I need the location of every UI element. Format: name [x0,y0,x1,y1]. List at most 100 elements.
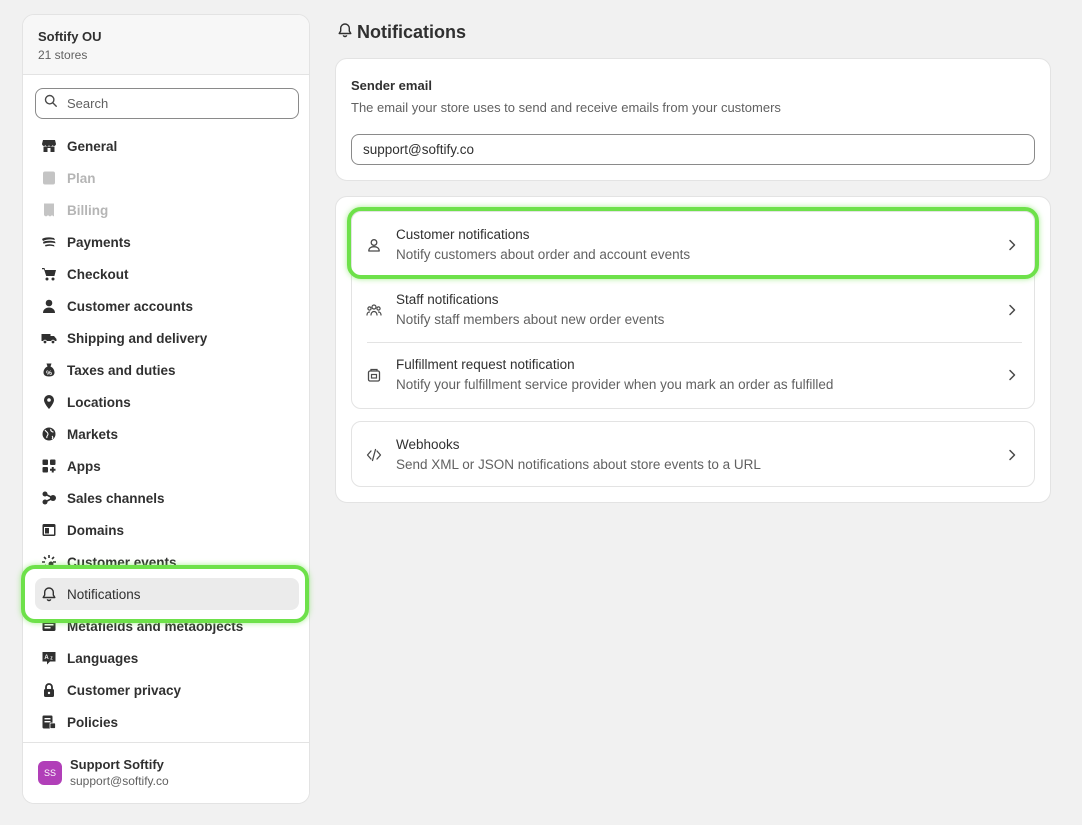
staff-icon [366,302,382,318]
sidebar-item-markets[interactable]: Markets [35,418,299,450]
settings-nav: General Plan $ Billing Payments Checkout… [35,130,299,738]
sender-email-subtitle: The email your store uses to send and re… [351,100,781,115]
notification-types-card: Customer notifications Notify customers … [335,196,1051,503]
page-title: Notifications [337,22,466,43]
sidebar-item-label: Locations [67,394,131,410]
sidebar-item-label: Markets [67,426,119,442]
sidebar-item-shipping[interactable]: Shipping and delivery [35,322,299,354]
org-name: Softify OU [38,29,102,44]
row-subtitle: Notify customers about order and account… [396,246,691,262]
avatar: SS [38,761,62,785]
row-subtitle: Notify your fulfillment service provider… [396,376,834,392]
bell-icon [337,22,357,43]
location-pin-icon [41,394,57,410]
sidebar-item-label: Payments [67,234,131,250]
webhooks-group: Webhooks Send XML or JSON notifications … [351,421,1035,487]
person-icon [366,237,382,253]
row-subtitle: Send XML or JSON notifications about sto… [396,456,761,472]
sender-email-card: Sender email The email your store uses t… [335,58,1051,181]
sidebar-item-plan[interactable]: Plan [35,162,299,194]
chevron-right-icon [1004,447,1020,463]
row-title: Customer notifications [396,226,530,242]
payments-icon [41,234,57,250]
sidebar-item-general[interactable]: General [35,130,299,162]
sidebar-item-label: Policies [67,714,119,730]
fulfillment-request-row[interactable]: Fulfillment request notification Notify … [352,342,1034,407]
billing-icon: $ [41,202,57,218]
sidebar-item-label: Shipping and delivery [67,330,208,346]
sidebar-item-label: Notifications [67,586,141,602]
row-title: Staff notifications [396,291,499,307]
staff-notifications-row[interactable]: Staff notifications Notify staff members… [352,277,1034,342]
sidebar-item-customer-privacy[interactable]: Customer privacy [35,674,299,706]
plan-icon [41,170,57,186]
sidebar-item-taxes[interactable]: % Taxes and duties [35,354,299,386]
tax-icon: % [41,362,57,378]
sidebar-item-checkout[interactable]: Checkout [35,258,299,290]
store-count: 21 stores [38,48,88,62]
user-name: Support Softify [70,757,164,772]
apps-icon [41,458,57,474]
person-icon [41,298,57,314]
sidebar-item-label: Checkout [67,266,129,282]
search-input[interactable] [67,96,287,111]
sidebar-item-label: Metafields and metaobjects [67,618,244,634]
page-title-text: Notifications [357,22,467,42]
language-icon: Az [41,650,57,666]
sidebar-item-label: Customer privacy [67,682,182,698]
code-icon [366,447,382,463]
webhooks-row[interactable]: Webhooks Send XML or JSON notifications … [352,422,1034,486]
user-email: support@softify.co [70,774,169,788]
user-profile[interactable]: SS Support Softify support@softify.co [23,742,309,803]
sidebar-item-label: Domains [67,522,125,538]
channels-icon [41,490,57,506]
sidebar-item-label: Languages [67,650,139,666]
customer-notifications-row[interactable]: Customer notifications Notify customers … [352,212,1034,277]
sidebar-item-languages[interactable]: Az Languages [35,642,299,674]
events-icon [41,554,57,570]
row-subtitle: Notify staff members about new order eve… [396,311,665,327]
sidebar-item-locations[interactable]: Locations [35,386,299,418]
row-title: Fulfillment request notification [396,356,575,372]
sidebar-item-label: Customer accounts [67,298,194,314]
sidebar-item-sales-channels[interactable]: Sales channels [35,482,299,514]
sidebar-item-label: General [67,138,118,154]
sender-email-title: Sender email [351,78,432,93]
domain-icon [41,522,57,538]
notification-list: Customer notifications Notify customers … [351,211,1035,409]
store-icon [41,138,57,154]
sidebar-item-label: Plan [67,170,96,186]
lock-icon [41,682,57,698]
sender-email-field[interactable] [351,134,1035,165]
chevron-right-icon [1004,367,1020,383]
sidebar-item-label: Billing [67,202,109,218]
chevron-right-icon [1004,237,1020,253]
sidebar-item-domains[interactable]: Domains [35,514,299,546]
sidebar-item-payments[interactable]: Payments [35,226,299,258]
cart-icon [41,266,57,282]
policy-icon [41,714,57,730]
fulfillment-icon [366,367,382,383]
row-title: Webhooks [396,436,460,452]
globe-icon [41,426,57,442]
metafields-icon [41,618,57,634]
sidebar-item-billing[interactable]: $ Billing [35,194,299,226]
bell-icon [41,586,57,602]
sidebar-item-customer-accounts[interactable]: Customer accounts [35,290,299,322]
sidebar-item-customer-events[interactable]: Customer events [35,546,299,578]
settings-sidebar: Softify OU 21 stores General Plan $ Bill… [22,14,310,804]
sidebar-item-notifications[interactable]: Notifications [35,578,299,610]
svg-text:$: $ [47,208,51,215]
search-box[interactable] [35,88,299,119]
org-switcher[interactable]: Softify OU 21 stores [23,15,309,75]
search-icon [44,94,58,113]
sidebar-item-label: Taxes and duties [67,362,176,378]
sidebar-item-metafields[interactable]: Metafields and metaobjects [35,610,299,642]
svg-text:%: % [46,370,52,377]
svg-text:A: A [44,655,49,661]
sidebar-item-label: Sales channels [67,490,165,506]
sidebar-item-policies[interactable]: Policies [35,706,299,738]
truck-icon [41,330,57,346]
sidebar-item-apps[interactable]: Apps [35,450,299,482]
chevron-right-icon [1004,302,1020,318]
